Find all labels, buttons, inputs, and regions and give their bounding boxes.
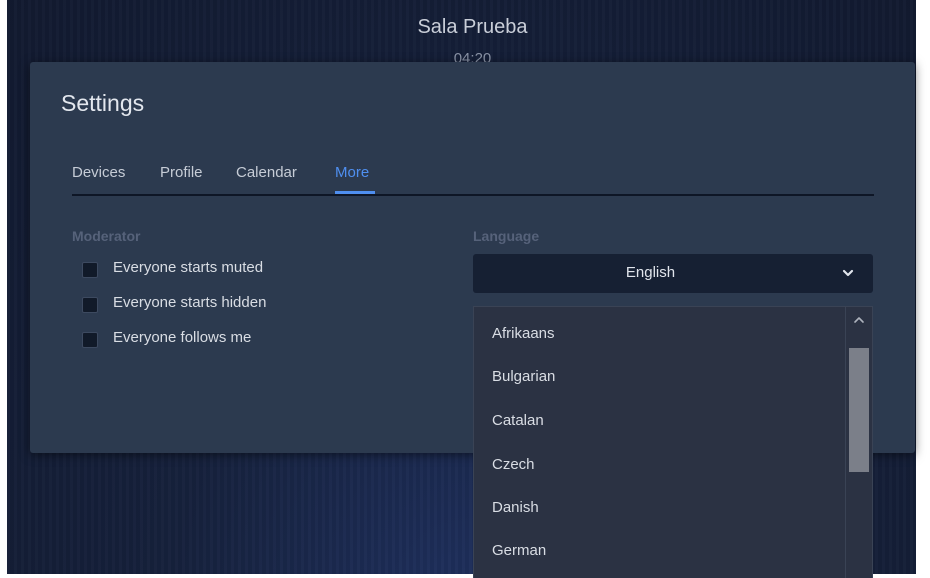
chevron-up-icon[interactable]	[853, 315, 865, 325]
everyone-starts-hidden-checkbox[interactable]	[82, 297, 98, 313]
everyone-starts-hidden-label: Everyone starts hidden	[113, 294, 267, 311]
chevron-down-icon	[842, 269, 854, 277]
settings-tabs: Devices Profile Calendar More	[72, 160, 874, 196]
language-option-bulgarian[interactable]: Bulgarian	[492, 368, 555, 385]
language-option-czech[interactable]: Czech	[492, 456, 535, 473]
scrollbar-thumb[interactable]	[849, 348, 869, 472]
everyone-starts-muted-checkbox[interactable]	[82, 262, 98, 278]
tab-devices[interactable]: Devices	[72, 164, 125, 181]
language-option-danish[interactable]: Danish	[492, 499, 539, 516]
everyone-follows-me-label: Everyone follows me	[113, 329, 252, 346]
room-title: Sala Prueba	[417, 16, 528, 38]
language-section-label: Language	[473, 228, 540, 244]
right-edge	[916, 0, 930, 578]
language-option-catalan[interactable]: Catalan	[492, 412, 544, 429]
language-option-afrikaans[interactable]: Afrikaans	[492, 325, 555, 342]
tab-calendar[interactable]: Calendar	[236, 164, 297, 181]
language-select[interactable]: English	[473, 254, 873, 293]
dropdown-scrollbar[interactable]	[845, 307, 872, 578]
dialog-title: Settings	[61, 90, 145, 116]
left-edge	[0, 0, 7, 578]
tab-profile[interactable]: Profile	[160, 164, 203, 181]
language-option-german[interactable]: German	[492, 542, 546, 559]
language-dropdown-list: Afrikaans Bulgarian Catalan Czech Danish…	[473, 306, 873, 578]
everyone-follows-me-checkbox[interactable]	[82, 332, 98, 348]
language-selected-value: English	[625, 264, 676, 281]
active-tab-indicator	[335, 191, 375, 194]
tab-more[interactable]: More	[335, 164, 369, 181]
everyone-starts-muted-label: Everyone starts muted	[113, 259, 264, 276]
moderator-section-label: Moderator	[72, 228, 141, 244]
